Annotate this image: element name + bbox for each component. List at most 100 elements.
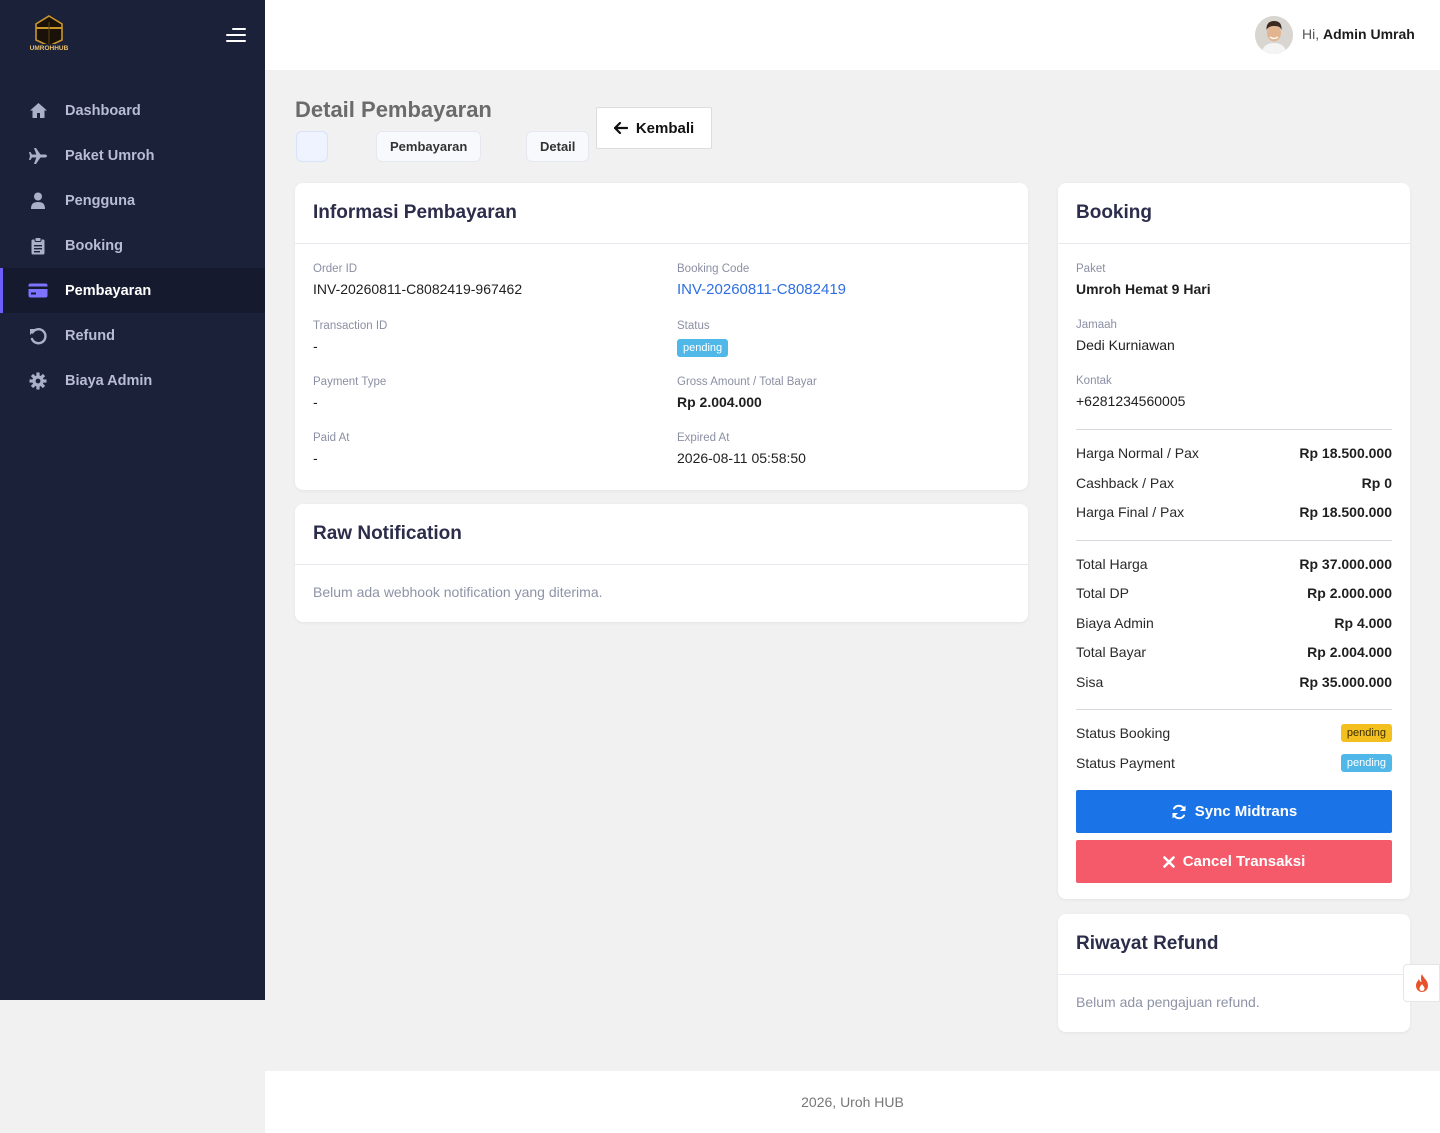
jamaah-field: Jamaah Dedi Kurniawan <box>1076 319 1175 353</box>
status-badge: pending <box>677 339 729 357</box>
paid-at-value: - <box>313 450 318 466</box>
sidebar-item-refund[interactable]: Refund <box>0 313 265 358</box>
total-row: Biaya Admin Rp 4.000 <box>1076 615 1392 631</box>
sidebar-item-booking[interactable]: Booking <box>0 223 265 268</box>
status-payment-badge: pending <box>1340 754 1392 772</box>
expired-at-field: Expired At 2026-08-11 05:58:50 <box>677 432 806 466</box>
status-booking-badge: pending <box>1340 724 1392 742</box>
price-row-value: Rp 0 <box>1361 475 1392 491</box>
breadcrumb-item-detail: Detail <box>526 131 590 162</box>
credit-card-icon <box>28 281 48 301</box>
back-button[interactable]: Kembali <box>596 107 712 149</box>
sidebar-item-label: Refund <box>65 327 115 344</box>
payment-info-title: Informasi Pembayaran <box>295 183 1028 244</box>
payment-type-field: Payment Type - <box>313 376 386 410</box>
status-payment-label: Status Payment <box>1076 755 1175 771</box>
sidebar-item-pengguna[interactable]: Pengguna <box>0 178 265 223</box>
total-row: Total Bayar Rp 2.004.000 <box>1076 644 1392 660</box>
total-row-label: Total Harga <box>1076 556 1148 572</box>
kontak-label: Kontak <box>1076 375 1112 387</box>
expired-at-value: 2026-08-11 05:58:50 <box>677 450 806 466</box>
greeting-text: Hi, <box>1302 26 1320 42</box>
user-icon <box>28 191 48 211</box>
sidebar-item-biaya-admin[interactable]: Biaya Admin <box>0 358 265 403</box>
sidebar-item-dashboard[interactable]: Dashboard <box>0 88 265 133</box>
booking-code-link[interactable]: INV-20260811-C8082419 <box>677 281 846 298</box>
sync-midtrans-button[interactable]: Sync Midtrans <box>1076 790 1392 833</box>
status-label: Status <box>677 320 710 332</box>
expired-at-label: Expired At <box>677 432 730 444</box>
page-title: Detail Pembayaran <box>295 97 492 122</box>
refund-empty-text: Belum ada pengajuan refund. <box>1076 994 1260 1010</box>
price-row-label: Cashback / Pax <box>1076 475 1175 491</box>
brand-logo[interactable]: UMROHHUB <box>26 14 72 54</box>
kontak-value: +6281234560005 <box>1076 393 1186 409</box>
transaction-id-value: - <box>313 338 318 354</box>
gear-icon <box>28 371 48 391</box>
paket-value: Umroh Hemat 9 Hari <box>1076 281 1211 297</box>
sidebar-item-pembayaran[interactable]: Pembayaran <box>0 268 265 313</box>
avatar[interactable] <box>1255 16 1293 54</box>
transaction-id-label: Transaction ID <box>313 320 388 332</box>
total-row-value: Rp 35.000.000 <box>1299 674 1392 690</box>
payment-info-card: Informasi Pembayaran Order ID INV-202608… <box>295 183 1028 490</box>
sync-midtrans-label: Sync Midtrans <box>1194 803 1298 820</box>
total-row-value: Rp 2.000.000 <box>1307 585 1392 601</box>
divider <box>1076 540 1392 541</box>
user-greeting[interactable]: Hi, Admin Umrah <box>1302 26 1415 42</box>
divider <box>1076 709 1392 710</box>
status-payment-row: Status Payment pending <box>1076 754 1392 772</box>
total-row-label: Biaya Admin <box>1076 615 1154 631</box>
price-row: Cashback / Pax Rp 0 <box>1076 475 1392 491</box>
booking-card: Booking Paket Umroh Hemat 9 Hari Jamaah … <box>1058 183 1410 899</box>
order-id-label: Order ID <box>313 263 358 275</box>
sidebar-item-paket-umroh[interactable]: Paket Umroh <box>0 133 265 178</box>
gross-amount-value: Rp 2.004.000 <box>677 394 762 410</box>
menu-line-icon <box>226 34 246 36</box>
breadcrumb-item-pembayaran[interactable]: Pembayaran <box>376 131 482 162</box>
undo-icon <box>28 326 48 346</box>
booking-title: Booking <box>1058 183 1410 244</box>
footer: 2026, Uroh HUB <box>265 1071 1440 1133</box>
footer-text: 2026, Uroh HUB <box>801 1094 904 1110</box>
sidebar-toggle-button[interactable] <box>224 26 248 44</box>
debug-toolbar-button[interactable] <box>1403 964 1440 1002</box>
price-row-label: Harga Final / Pax <box>1076 504 1185 520</box>
divider <box>1076 429 1392 430</box>
total-row-value: Rp 2.004.000 <box>1307 644 1392 660</box>
paket-field: Paket Umroh Hemat 9 Hari <box>1076 263 1211 297</box>
sidebar-item-label: Biaya Admin <box>65 372 153 389</box>
sidebar-item-label: Pengguna <box>65 192 136 209</box>
kontak-field: Kontak +6281234560005 <box>1076 375 1185 409</box>
total-row-label: Total DP <box>1076 585 1129 601</box>
price-row-label: Harga Normal / Pax <box>1076 445 1199 461</box>
booking-code-label: Booking Code <box>677 263 750 275</box>
price-row: Harga Normal / Pax Rp 18.500.000 <box>1076 445 1392 461</box>
menu-line-icon <box>232 28 246 30</box>
price-row-value: Rp 18.500.000 <box>1299 504 1392 520</box>
arrow-left-icon <box>613 122 628 134</box>
refund-history-card: Riwayat Refund Belum ada pengajuan refun… <box>1058 914 1410 1032</box>
topbar: Hi, Admin Umrah <box>265 0 1440 70</box>
sidebar-item-label: Pembayaran <box>65 282 152 299</box>
status-booking-label: Status Booking <box>1076 725 1171 741</box>
total-row: Total Harga Rp 37.000.000 <box>1076 556 1392 572</box>
order-id-value: INV-20260811-C8082419-967462 <box>313 281 523 297</box>
transaction-id-field: Transaction ID - <box>313 320 387 354</box>
raw-notification-card: Raw Notification Belum ada webhook notif… <box>295 504 1028 622</box>
total-row-value: Rp 37.000.000 <box>1299 556 1392 572</box>
status-booking-row: Status Booking pending <box>1076 724 1392 742</box>
total-row: Total DP Rp 2.000.000 <box>1076 585 1392 601</box>
sync-icon <box>1172 804 1186 819</box>
clipboard-icon <box>28 236 48 256</box>
gross-amount-field: Gross Amount / Total Bayar Rp 2.004.000 <box>677 376 817 410</box>
sidebar-item-label: Paket Umroh <box>65 147 155 164</box>
raw-notification-title: Raw Notification <box>295 504 1028 565</box>
close-icon <box>1162 855 1175 868</box>
breadcrumb-home[interactable] <box>296 131 328 162</box>
cancel-transaction-button[interactable]: Cancel Transaksi <box>1076 840 1392 883</box>
user-avatar-icon <box>1255 16 1293 54</box>
gross-amount-label: Gross Amount / Total Bayar <box>677 376 817 388</box>
svg-text:UMROHHUB: UMROHHUB <box>30 45 69 52</box>
paid-at-field: Paid At - <box>313 432 349 466</box>
